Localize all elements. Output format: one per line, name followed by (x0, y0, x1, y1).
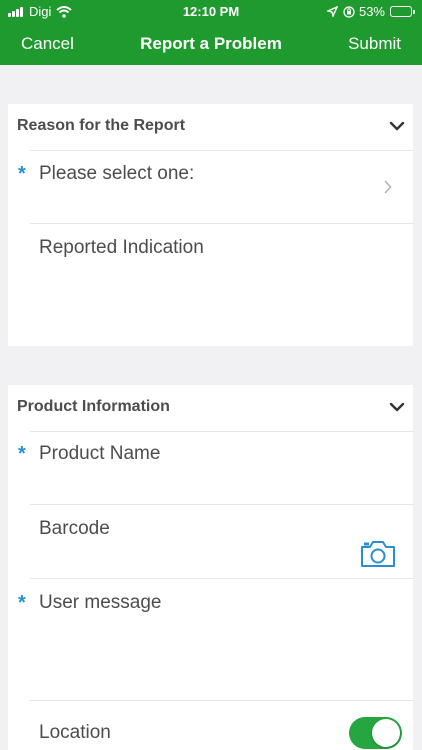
status-bar: Digi 12:10 PM 53% (0, 0, 422, 22)
required-mark: * (18, 592, 26, 614)
barcode-label: Barcode (39, 518, 110, 539)
required-mark: * (18, 163, 26, 185)
chevron-down-icon[interactable] (389, 401, 405, 413)
barcode-field[interactable]: Barcode (8, 505, 413, 579)
battery-icon (390, 6, 415, 17)
reported-indication-field[interactable]: Reported Indication (8, 224, 413, 346)
location-label: Location (39, 722, 111, 743)
status-right: 53% (326, 4, 415, 19)
toggle-knob (372, 719, 400, 747)
reason-select-label: Please select one: (39, 163, 195, 184)
location-toggle[interactable] (349, 717, 402, 749)
orientation-lock-icon (343, 5, 355, 18)
reason-section-header[interactable]: Reason for the Report (8, 104, 413, 151)
submit-button[interactable]: Submit (348, 34, 401, 54)
product-name-field[interactable]: * Product Name (8, 430, 413, 505)
reason-section-title: Reason for the Report (17, 117, 186, 134)
location-row: Location (8, 701, 413, 750)
product-section-title: Product Information (17, 398, 170, 415)
chevron-right-icon[interactable] (384, 180, 392, 194)
reason-select-row[interactable]: * Please select one: (8, 150, 413, 224)
user-message-label: User message (39, 592, 162, 613)
chevron-down-icon[interactable] (389, 120, 405, 132)
product-name-label: Product Name (39, 443, 161, 464)
reason-section: Reason for the Report * Please select on… (8, 104, 413, 346)
user-message-field[interactable]: * User message (8, 579, 413, 701)
product-section-header[interactable]: Product Information (8, 385, 413, 432)
reported-indication-label: Reported Indication (39, 237, 204, 258)
required-mark: * (18, 443, 26, 465)
product-section: Product Information * Product Name Barco… (8, 385, 413, 750)
app-header: Digi 12:10 PM 53% Cancel Report a Proble… (0, 0, 422, 65)
battery-percent: 53% (358, 4, 385, 19)
location-arrow-icon (326, 6, 338, 17)
camera-icon[interactable] (359, 539, 397, 569)
